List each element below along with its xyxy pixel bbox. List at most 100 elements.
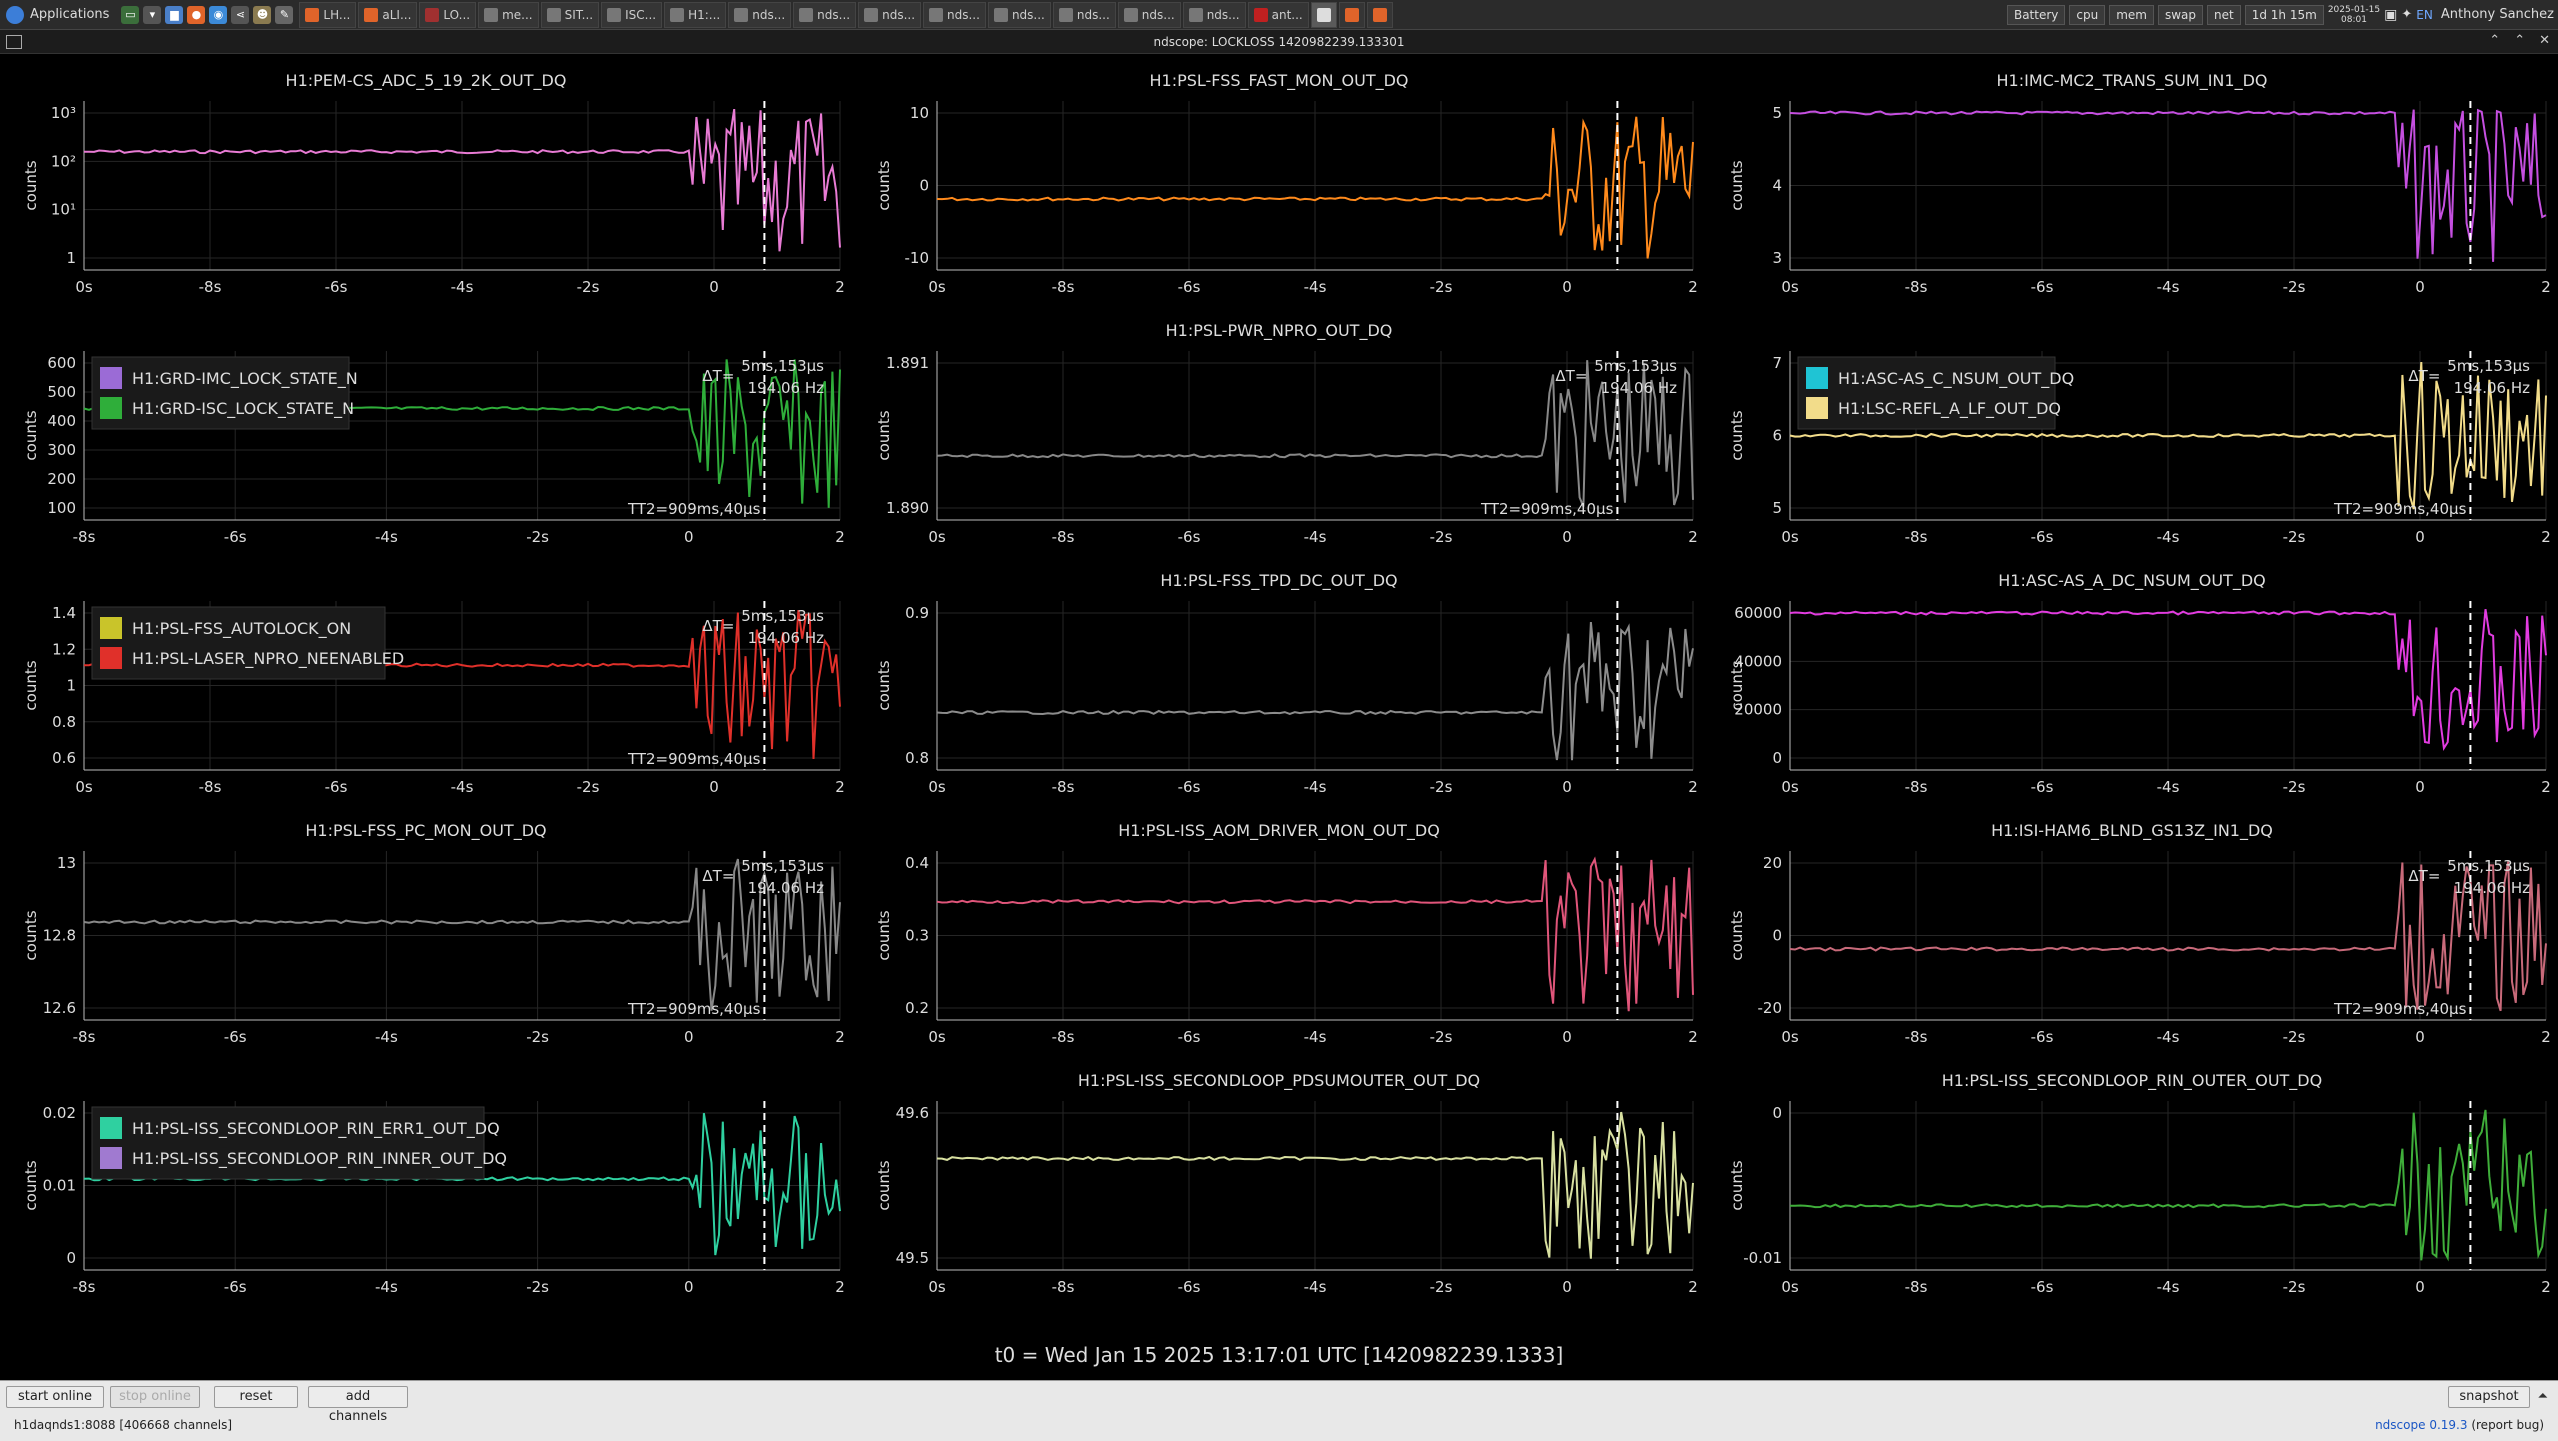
x-tick-label: -8s xyxy=(1905,528,1928,546)
keyboard-layout[interactable]: EN xyxy=(2416,8,2433,22)
x-tick-label: -4s xyxy=(1304,778,1327,796)
legend-label: H1:GRD-ISC_LOCK_STATE_N xyxy=(132,399,354,419)
network-icon[interactable]: ✦ xyxy=(2401,7,2412,22)
dropdown-launcher-icon[interactable]: ▾ xyxy=(143,5,162,24)
window-button[interactable]: aLI... xyxy=(358,1,418,28)
report-bug-link[interactable]: (report bug) xyxy=(2471,1418,2544,1432)
window-titlebar: ndscope: LOCKLOSS 1420982239.133301 ⌃ ⌃ … xyxy=(0,30,2558,54)
share-launcher-icon[interactable]: ⋖ xyxy=(231,5,250,24)
window-button[interactable]: ant... xyxy=(1247,1,1309,28)
window-button[interactable]: SIT... xyxy=(540,1,600,28)
window-icon xyxy=(1316,7,1331,22)
x-tick-label: 2 xyxy=(2541,778,2551,796)
ndscope-link[interactable]: ndscope xyxy=(2375,1418,2425,1432)
y-axis-label: counts xyxy=(1728,1160,1746,1210)
firefox-launcher-icon[interactable]: ● xyxy=(187,5,206,24)
window-button[interactable]: nds... xyxy=(1052,1,1116,28)
add-channels-button[interactable]: add channels xyxy=(308,1386,408,1424)
window-button[interactable]: nds... xyxy=(793,1,857,28)
window-button[interactable] xyxy=(1338,1,1365,28)
legend-label: H1:GRD-IMC_LOCK_STATE_N xyxy=(132,369,358,389)
x-tick-label: -8s xyxy=(1052,1278,1075,1296)
snapshot-button[interactable]: snapshot xyxy=(2448,1386,2530,1408)
window-button[interactable]: nds... xyxy=(858,1,922,28)
x-tick-label: 0 xyxy=(684,1028,694,1046)
window-button[interactable]: ISC... xyxy=(601,1,663,28)
window-button[interactable]: nds... xyxy=(1117,1,1181,28)
minimize-icon[interactable]: ⌃ xyxy=(2489,33,2500,48)
window-icon xyxy=(1123,7,1138,22)
window-button[interactable]: H1:... xyxy=(664,1,727,28)
window-button[interactable]: nds... xyxy=(728,1,792,28)
window-icon xyxy=(546,7,561,22)
window-button[interactable]: nds... xyxy=(987,1,1051,28)
swap-monitor[interactable]: swap xyxy=(2157,4,2204,25)
legend-label: H1:PSL-FSS_AUTOLOCK_ON xyxy=(132,619,351,639)
y-tick-label: 3 xyxy=(1772,249,1782,267)
x-tick-label: -2s xyxy=(526,1278,549,1296)
delta-t-value: 5ms,153μs xyxy=(2447,357,2530,375)
x-tick-label: 2 xyxy=(2541,1028,2551,1046)
y-tick-label: 49.5 xyxy=(896,1249,929,1267)
y-tick-label: -0.01 xyxy=(1743,1249,1782,1267)
start-online-button[interactable]: start online xyxy=(6,1386,104,1408)
net-monitor[interactable]: net xyxy=(2207,4,2241,25)
y-axis-label: counts xyxy=(875,910,893,960)
collapse-icon[interactable]: ⏶ xyxy=(2538,1389,2548,1404)
legend-swatch xyxy=(100,1147,122,1169)
reset-button[interactable]: reset xyxy=(214,1386,298,1408)
stop-online-button[interactable]: stop online xyxy=(110,1386,200,1408)
maximize-icon[interactable]: ⌃ xyxy=(2514,33,2525,48)
delta-frequency: 194.06 Hz xyxy=(748,379,825,397)
legend-swatch xyxy=(100,367,122,389)
window-button[interactable]: me... xyxy=(478,1,539,28)
x-tick-label: -4s xyxy=(2157,778,2180,796)
x-tick-label: 0 xyxy=(709,278,719,296)
version-link[interactable]: 0.19.3 xyxy=(2429,1418,2467,1432)
plot-canvas[interactable]: H1:PEM-CS_ADC_5_19_2K_OUT_DQ 0s -8s -6s -4s -… xyxy=(0,54,2558,1380)
terminal-launcher-icon[interactable]: ▭ xyxy=(121,5,140,24)
x-tick-label: 2 xyxy=(835,278,845,296)
mem-monitor[interactable]: mem xyxy=(2109,4,2154,25)
x-tick-label: -4s xyxy=(375,528,398,546)
window-button[interactable] xyxy=(1366,1,1393,28)
tt2-label: TT2=909ms,40μs xyxy=(2333,1000,2467,1018)
plot-title: H1:PSL-ISS_AOM_DRIVER_MON_OUT_DQ xyxy=(1118,821,1440,841)
editor-launcher-icon[interactable]: ✎ xyxy=(275,5,294,24)
folder-launcher-icon[interactable]: ▆ xyxy=(165,5,184,24)
x-tick-label: 0 xyxy=(1562,528,1572,546)
window-menu-icon[interactable] xyxy=(6,35,22,49)
y-tick-label: 10² xyxy=(51,152,76,170)
x-tick-label: -4s xyxy=(2157,1028,2180,1046)
y-tick-label: 0.8 xyxy=(905,749,929,767)
delta-t-value: 5ms,153μs xyxy=(2447,857,2530,875)
notification-icon[interactable]: ▣ xyxy=(2384,7,2397,23)
y-tick-label: 1 xyxy=(66,677,76,695)
x-tick-label: 0s xyxy=(1781,778,1799,796)
y-axis-label: counts xyxy=(875,160,893,210)
delta-t-value: 5ms,153μs xyxy=(741,857,824,875)
cpu-monitor[interactable]: cpu xyxy=(2069,4,2106,25)
clock[interactable]: 2025-01-15 08:01 xyxy=(2328,5,2380,25)
t0-label: t0 = Wed Jan 15 2025 13:17:01 UTC [14209… xyxy=(995,1343,1564,1367)
window-button[interactable]: nds... xyxy=(1182,1,1246,28)
y-tick-label: 0.4 xyxy=(905,854,929,872)
close-icon[interactable]: ✕ xyxy=(2539,33,2550,48)
x-tick-label: -2s xyxy=(1430,528,1453,546)
y-tick-label: 0 xyxy=(1772,927,1782,945)
window-button[interactable]: LH... xyxy=(299,1,357,28)
battery-monitor[interactable]: Battery xyxy=(2006,4,2066,25)
window-button-active[interactable] xyxy=(1310,1,1337,28)
window-button[interactable]: nds... xyxy=(923,1,986,28)
people-launcher-icon[interactable]: ☻ xyxy=(253,5,272,24)
app-icon xyxy=(1253,7,1268,22)
legend-label: H1:PSL-ISS_SECONDLOOP_RIN_ERR1_OUT_DQ xyxy=(132,1119,500,1139)
legend-box xyxy=(91,356,350,430)
firefox-icon xyxy=(305,7,320,22)
user-menu[interactable]: Anthony Sanchez xyxy=(2437,7,2554,22)
window-button[interactable]: LO... xyxy=(419,1,477,28)
window-icon xyxy=(929,7,944,22)
firefox-icon xyxy=(1372,7,1387,22)
applications-menu[interactable]: Applications xyxy=(0,0,115,29)
chrome-launcher-icon[interactable]: ◉ xyxy=(209,5,228,24)
